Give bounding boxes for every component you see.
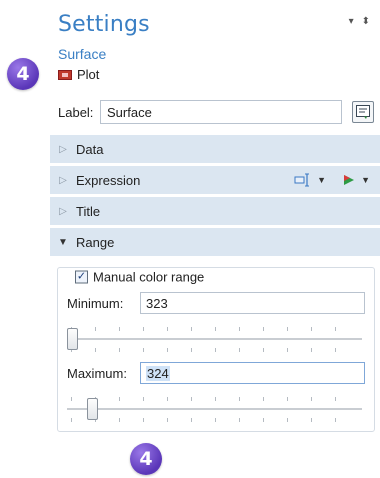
insert-expression-button[interactable]: ▼ <box>294 173 326 187</box>
label-input[interactable] <box>100 100 342 124</box>
expand-caret-icon: ▷ <box>59 205 67 217</box>
note-edit-icon <box>356 105 370 119</box>
label-row: Label: <box>58 100 376 124</box>
step-badge-top: 4 <box>7 58 39 90</box>
slider-ticks <box>71 348 358 352</box>
plot-button[interactable]: Plot <box>58 67 99 82</box>
dropdown-arrow-icon: ▼ <box>317 175 327 185</box>
maximum-slider[interactable] <box>67 394 362 424</box>
section-data-label: Data <box>76 141 104 157</box>
node-name-link[interactable]: Surface <box>58 46 106 62</box>
slider-thumb[interactable] <box>67 328 78 350</box>
slider-ticks <box>71 327 358 331</box>
plot-icon <box>58 69 72 80</box>
checkbox-checked-icon[interactable]: ✓ <box>75 270 88 284</box>
page-title: Settings <box>58 12 150 37</box>
step-badge-bottom: 4 <box>130 443 162 475</box>
expression-tools: ▼ ▼ <box>294 173 380 187</box>
dropdown-arrow-icon: ▼ <box>361 175 370 185</box>
section-title[interactable]: ▷ Title <box>50 197 380 225</box>
section-expression-label: Expression <box>76 172 141 188</box>
slider-thumb[interactable] <box>87 398 98 420</box>
insert-expression-icon <box>294 173 310 187</box>
slider-track <box>67 338 362 340</box>
section-data[interactable]: ▷ Data <box>50 135 380 163</box>
menu-arrow-icon[interactable]: ▾ <box>349 16 354 27</box>
minimum-label: Minimum: <box>67 296 124 311</box>
minimum-input[interactable]: 323 <box>140 292 365 314</box>
expand-caret-icon: ▷ <box>59 143 67 155</box>
label-reset-button[interactable] <box>352 101 374 123</box>
replace-expression-button[interactable]: ▼ <box>342 173 370 187</box>
section-expression[interactable]: ▷ Expression ▼ ▼ <box>50 166 380 194</box>
expand-caret-icon: ▷ <box>59 174 67 186</box>
slider-ticks <box>71 397 358 401</box>
manual-color-range-checkbox[interactable]: ✓ Manual color range <box>70 269 210 285</box>
section-title-label: Title <box>76 203 101 219</box>
slider-ticks <box>71 418 358 422</box>
maximum-value: 324 <box>146 365 170 381</box>
section-range-label: Range <box>76 234 115 250</box>
maximum-label: Maximum: <box>67 366 127 381</box>
manual-color-range-label: Manual color range <box>93 269 205 285</box>
minimum-value: 323 <box>146 295 168 311</box>
label-caption: Label: <box>58 104 94 120</box>
maximum-input[interactable]: 324 <box>140 362 365 384</box>
collapse-caret-icon: ▼ <box>58 236 68 248</box>
pin-icon[interactable]: ⬍ <box>362 16 370 27</box>
slider-track <box>67 408 362 410</box>
header-tools: ▾ ⬍ <box>349 16 370 27</box>
section-range[interactable]: ▼ Range <box>50 228 380 256</box>
plot-label: Plot <box>77 67 100 82</box>
minimum-slider[interactable] <box>67 324 362 354</box>
replace-expression-icon <box>344 175 355 185</box>
